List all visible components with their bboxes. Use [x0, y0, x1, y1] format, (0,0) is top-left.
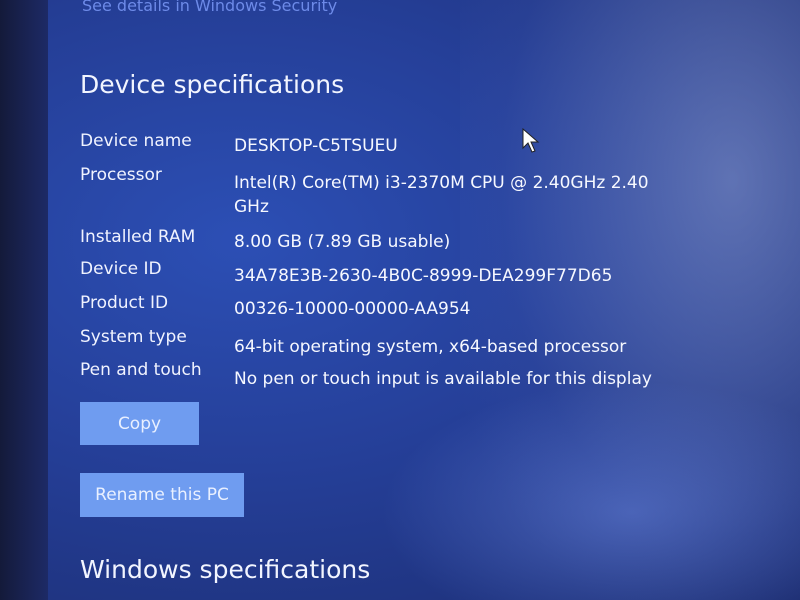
spec-value-device-id: 34A78E3B-2630-4B0C-8999-DEA299F77D65	[234, 266, 613, 286]
device-specifications-heading: Device specifications	[80, 70, 345, 99]
spec-value-installed-ram: 8.00 GB (7.89 GB usable)	[234, 232, 451, 252]
spec-label-pen-and-touch: Pen and touch	[80, 360, 202, 380]
windows-security-link[interactable]: See details in Windows Security	[82, 0, 337, 15]
spec-value-pen-and-touch: No pen or touch input is available for t…	[234, 369, 652, 389]
spec-label-processor: Processor	[80, 165, 162, 185]
windows-specifications-heading: Windows specifications	[80, 555, 371, 584]
spec-label-system-type: System type	[80, 327, 187, 347]
copy-button[interactable]: Copy	[80, 402, 199, 445]
spec-value-system-type: 64-bit operating system, x64-based proce…	[234, 337, 627, 357]
spec-value-product-id: 00326-10000-00000-AA954	[234, 299, 471, 319]
spec-value-processor: Intel(R) Core(TM) i3-2370M CPU @ 2.40GHz…	[234, 173, 649, 217]
spec-value-device-name: DESKTOP-C5TSUEU	[234, 136, 398, 156]
spec-label-product-id: Product ID	[80, 293, 169, 313]
spec-label-device-name: Device name	[80, 131, 192, 151]
spec-label-installed-ram: Installed RAM	[80, 227, 196, 247]
spec-label-device-id: Device ID	[80, 259, 162, 279]
screen-glare	[380, 380, 800, 600]
mouse-pointer-icon	[522, 128, 540, 153]
rename-this-pc-button[interactable]: Rename this PC	[80, 473, 244, 517]
screen-bezel	[0, 0, 48, 600]
